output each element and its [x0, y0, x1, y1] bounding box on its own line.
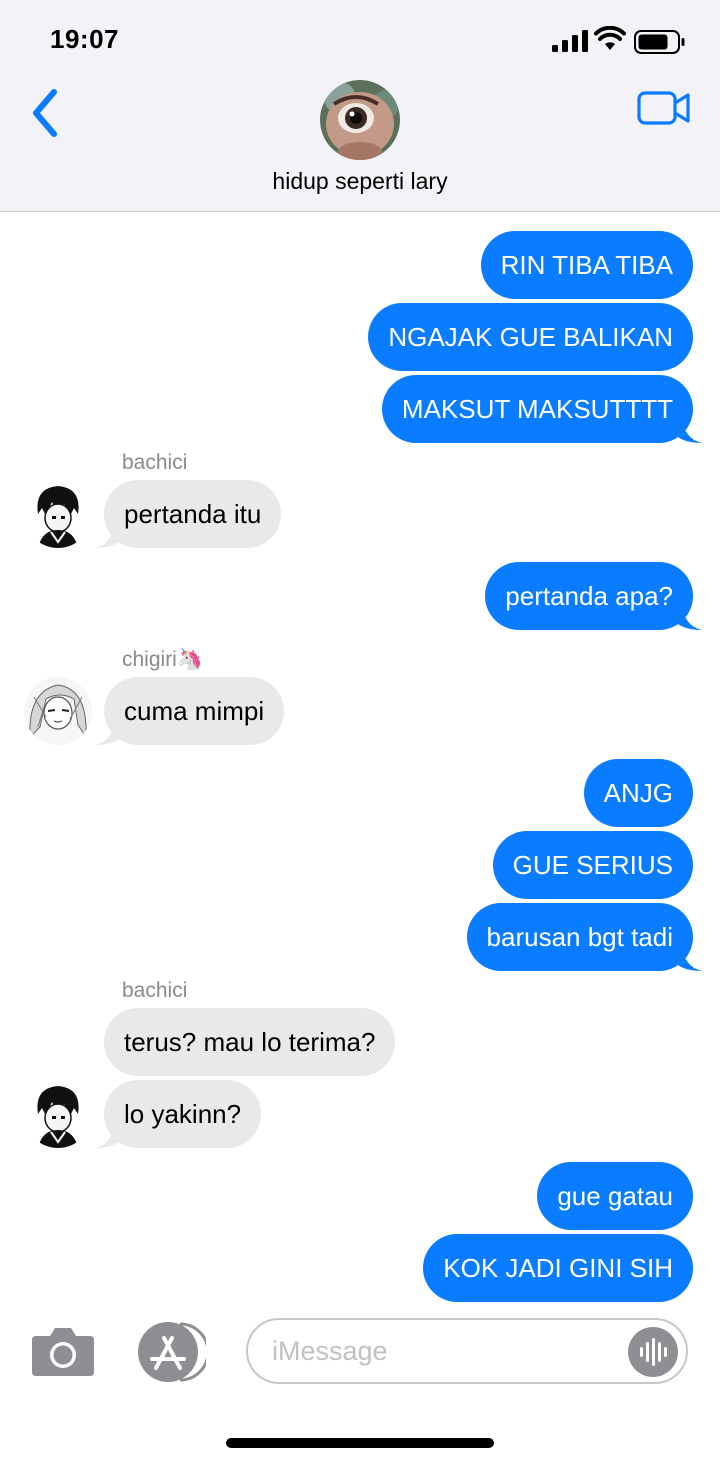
- message-input[interactable]: [272, 1320, 612, 1382]
- home-indicator[interactable]: [226, 1438, 494, 1448]
- message-bubble-outgoing[interactable]: GUE SERIUS: [492, 831, 693, 899]
- cellular-signal-icon: [552, 30, 588, 52]
- bubble-tail: [678, 417, 702, 443]
- camera-icon[interactable]: [30, 1324, 96, 1378]
- message-bubble-incoming[interactable]: lo yakinn?: [95, 1080, 262, 1148]
- message-text: NGAJAK GUE BALIKAN: [388, 322, 673, 352]
- waveform-icon: [640, 1338, 667, 1366]
- bubble-tail: [95, 719, 119, 745]
- wifi-icon: [594, 26, 626, 50]
- status-time: 19:07: [50, 24, 119, 54]
- avatar-bachici[interactable]: [24, 480, 92, 548]
- back-chevron-icon[interactable]: [26, 86, 66, 140]
- sender-name: chigiri🦄: [122, 648, 203, 671]
- message-text: gue gatau: [557, 1181, 673, 1211]
- bubble-tail: [678, 945, 702, 971]
- message-text: cuma mimpi: [124, 696, 265, 726]
- avatar-image: [24, 1080, 92, 1148]
- message-bubble-incoming[interactable]: cuma mimpi: [95, 677, 285, 745]
- bubble-tail: [95, 1122, 119, 1148]
- message-bubble-outgoing[interactable]: RIN TIBA TIBA: [480, 231, 693, 299]
- message-bubble-outgoing[interactable]: ANJG: [583, 759, 693, 827]
- message-bubble-outgoing[interactable]: pertanda apa?: [485, 562, 702, 630]
- avatar-bachici[interactable]: [24, 1080, 92, 1148]
- bubble-tail: [95, 522, 119, 548]
- message-text: terus? mau lo terima?: [124, 1027, 376, 1057]
- message-text: KOK JADI GINI SIH: [443, 1253, 673, 1283]
- avatar-image: [24, 677, 92, 745]
- message-bubble-outgoing[interactable]: KOK JADI GINI SIH: [423, 1234, 693, 1302]
- message-text: MAKSUT MAKSUTTTT: [401, 394, 673, 424]
- sender-name: bachici: [122, 451, 188, 474]
- avatar-chigiri[interactable]: [24, 677, 92, 745]
- video-call-icon[interactable]: [636, 90, 692, 126]
- audio-message-button[interactable]: [628, 1327, 678, 1377]
- message-bubble-incoming[interactable]: pertanda itu: [95, 480, 282, 548]
- group-name[interactable]: hidup seperti lary: [0, 168, 720, 195]
- sender-name: bachici: [122, 979, 188, 1002]
- message-bubble-outgoing[interactable]: barusan bgt tadi: [466, 903, 702, 971]
- battery-icon: [634, 30, 685, 54]
- message-bubble-outgoing[interactable]: NGAJAK GUE BALIKAN: [368, 303, 693, 371]
- message-text: pertanda apa?: [505, 581, 673, 611]
- message-bubble-outgoing[interactable]: gue gatau: [537, 1162, 693, 1230]
- message-input-field[interactable]: [246, 1318, 688, 1384]
- message-bubble-outgoing[interactable]: MAKSUT MAKSUTTTT: [381, 375, 702, 443]
- message-text: GUE SERIUS: [512, 850, 673, 880]
- avatar-image: [24, 480, 92, 548]
- app-store-icon[interactable]: [136, 1320, 206, 1384]
- bubble-tail: [678, 604, 702, 630]
- message-text: ANJG: [603, 778, 673, 808]
- message-text: barusan bgt tadi: [486, 922, 673, 952]
- group-avatar[interactable]: [320, 80, 400, 160]
- message-text: RIN TIBA TIBA: [500, 250, 673, 280]
- message-text: lo yakinn?: [124, 1099, 242, 1129]
- message-bubble-incoming[interactable]: terus? mau lo terima?: [104, 1008, 396, 1076]
- group-photo: [320, 80, 400, 160]
- message-text: pertanda itu: [124, 499, 262, 529]
- conversation-header: 19:07 hidup seperti lary: [0, 0, 720, 212]
